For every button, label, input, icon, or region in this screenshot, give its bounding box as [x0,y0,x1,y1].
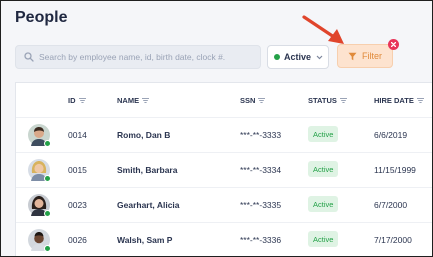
column-header-label: ID [68,96,76,105]
column-header-id[interactable]: ID [68,96,86,105]
cell-id: 0015 [68,165,87,175]
status-filter-select[interactable]: Active [267,45,329,69]
cell-id: 0014 [68,130,87,140]
online-dot-icon [44,140,51,147]
column-header-hire-date[interactable]: HIRE DATE [374,96,424,105]
sort-icon [416,98,424,103]
cell-hire-date: 6/7/2000 [374,200,408,210]
filter-button[interactable]: Filter [337,44,393,68]
status-badge: Active [308,126,339,142]
sort-icon [78,98,86,103]
funnel-icon [348,52,357,60]
chevron-down-icon [316,55,323,59]
status-badge: Active [308,196,339,212]
column-header-label: NAME [117,96,140,105]
column-header-label: SSN [240,96,256,105]
people-table: ID NAME SSN STATUS HIRE DATE 0014 Romo, … [15,82,433,257]
column-header-name[interactable]: NAME [117,96,150,105]
clear-filter-button[interactable] [388,39,399,50]
search-input[interactable] [39,52,254,62]
cell-ssn: ***-**-3333 [240,130,282,140]
search-icon [24,52,34,62]
cell-hire-date: 7/17/2000 [374,235,412,245]
cell-name[interactable]: Walsh, Sam P [117,235,172,245]
online-dot-icon [44,245,51,252]
filter-button-label: Filter [362,51,382,61]
page-title: People [15,9,68,26]
sort-icon [339,98,347,103]
close-icon [391,42,396,47]
avatar [28,159,51,182]
column-header-ssn[interactable]: SSN [240,96,266,105]
column-header-status[interactable]: STATUS [308,96,347,105]
sort-icon [258,98,266,103]
table-row[interactable]: 0015 Smith, Barbara ***-**-3334 Active 1… [16,152,433,186]
table-row[interactable]: 0014 Romo, Dan B ***-**-3333 Active 6/6/… [16,117,433,151]
cell-ssn: ***-**-3335 [240,200,282,210]
cell-name[interactable]: Gearhart, Alicia [117,200,180,210]
avatar [28,124,51,147]
cell-id: 0023 [68,200,87,210]
cell-name[interactable]: Romo, Dan B [117,130,170,140]
status-filter-value: Active [284,52,312,62]
status-badge: Active [308,161,339,177]
cell-hire-date: 6/6/2019 [374,130,408,140]
avatar [28,194,51,217]
cell-hire-date: 11/15/1999 [374,165,416,175]
cell-name[interactable]: Smith, Barbara [117,165,177,175]
online-dot-icon [44,175,51,182]
sort-icon [142,98,150,103]
cell-ssn: ***-**-3334 [240,165,282,175]
cell-ssn: ***-**-3336 [240,235,282,245]
table-row[interactable]: 0023 Gearhart, Alicia ***-**-3335 Active… [16,187,433,221]
column-header-label: STATUS [308,96,337,105]
status-badge: Active [308,231,339,247]
online-dot-icon [44,210,51,217]
cell-id: 0026 [68,235,87,245]
avatar [28,229,51,252]
column-header-label: HIRE DATE [374,96,414,105]
table-row[interactable]: 0026 Walsh, Sam P ***-**-3336 Active 7/1… [16,222,433,256]
search-box[interactable] [15,45,261,69]
green-dot-icon [274,54,280,60]
annotation-arrow [302,15,344,44]
